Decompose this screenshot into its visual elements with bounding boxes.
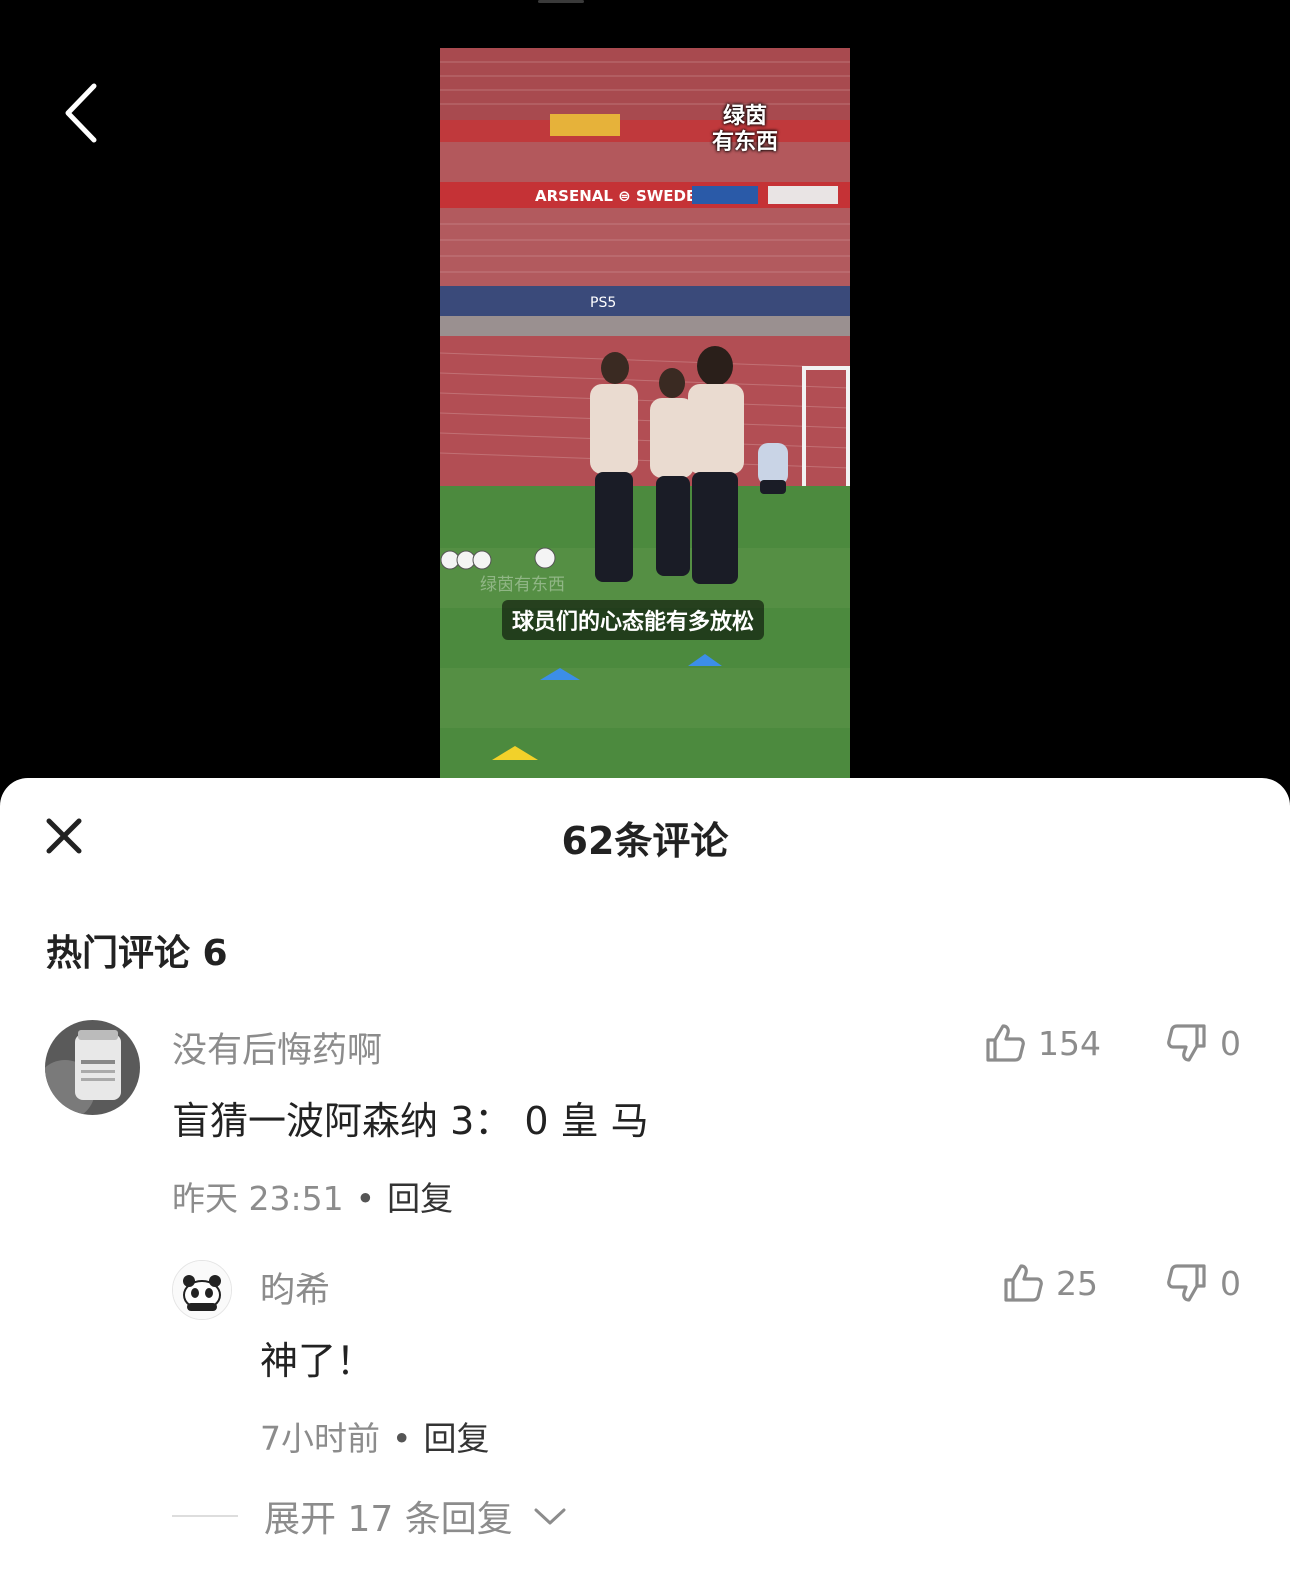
like-button[interactable]: 25 (1002, 1262, 1098, 1304)
thumbs-down-icon (1167, 1024, 1206, 1062)
chevron-down-icon (534, 1508, 566, 1525)
ps5-sign: PS5 (590, 295, 616, 311)
comment-username[interactable]: 没有后悔药啊 (172, 1022, 382, 1073)
avatar[interactable] (172, 1260, 232, 1320)
thumbs-up-icon (1004, 1264, 1043, 1302)
chevron-left-icon (65, 83, 97, 143)
stadium-scene: ARSENAL ⊜ SWEDEN PS5 (440, 48, 850, 778)
thumbs-down-icon (1167, 1264, 1206, 1302)
watermark-line-2: 有东西 (711, 130, 778, 155)
comments-sheet: 62条评论 热门评论 6 没有后悔药啊 盲猜一波阿森纳 3： 0 皇 马 昨天 … (0, 778, 1290, 1586)
thumbs-up-icon (986, 1024, 1025, 1062)
like-count: 25 (1056, 1263, 1098, 1303)
video-caption: 球员们的心态能有多放松 (502, 600, 765, 640)
status-indicator (538, 0, 584, 3)
reply-button[interactable]: 回复 (387, 1179, 453, 1218)
like-count: 154 (1038, 1023, 1101, 1063)
watermark-logo: 绿茵 有东西 (700, 104, 790, 156)
watermark-line-1: 绿茵 (722, 104, 767, 129)
reply-time: 7小时前 (260, 1419, 380, 1458)
expand-replies-button[interactable]: 展开 17 条回复 (172, 1490, 567, 1542)
dislike-count: 0 (1220, 1023, 1241, 1063)
comment-meta: 昨天 23:51 • 回复 (172, 1172, 453, 1220)
reply-username[interactable]: 昀希 (260, 1262, 330, 1313)
separator-dot: • (392, 1419, 412, 1458)
comment-count-title: 62条评论 (561, 819, 729, 863)
stadium-banner-text: ARSENAL ⊜ SWEDEN (535, 187, 709, 205)
comment-time: 昨天 23:51 (172, 1179, 344, 1218)
reply-button[interactable]: 回复 (423, 1419, 489, 1458)
back-button[interactable] (58, 78, 108, 148)
panda-avatar-image (173, 1261, 231, 1319)
comment-text: 盲猜一波阿森纳 3： 0 皇 马 (172, 1099, 649, 1143)
expand-replies-label: 展开 17 条回复 (264, 1499, 513, 1540)
video-frame[interactable]: ARSENAL ⊜ SWEDEN PS5 绿茵 有东西 绿茵有东西 球员们的心态… (440, 48, 850, 778)
avatar-image (45, 1020, 140, 1115)
video-player[interactable]: ARSENAL ⊜ SWEDEN PS5 绿茵 有东西 绿茵有东西 球员们的心态… (0, 0, 1290, 790)
divider-line (172, 1515, 238, 1517)
avatar[interactable] (45, 1020, 140, 1115)
hot-comments-heading: 热门评论 6 (46, 933, 228, 974)
faint-watermark: 绿茵有东西 (480, 575, 565, 595)
reply-text: 神了！ (260, 1339, 375, 1383)
dislike-count: 0 (1220, 1263, 1241, 1303)
reply-meta: 7小时前 • 回复 (260, 1412, 489, 1460)
separator-dot: • (355, 1179, 376, 1218)
like-button[interactable]: 154 (984, 1022, 1101, 1064)
dislike-button[interactable]: 0 (1166, 1022, 1241, 1064)
dislike-button[interactable]: 0 (1166, 1262, 1241, 1304)
